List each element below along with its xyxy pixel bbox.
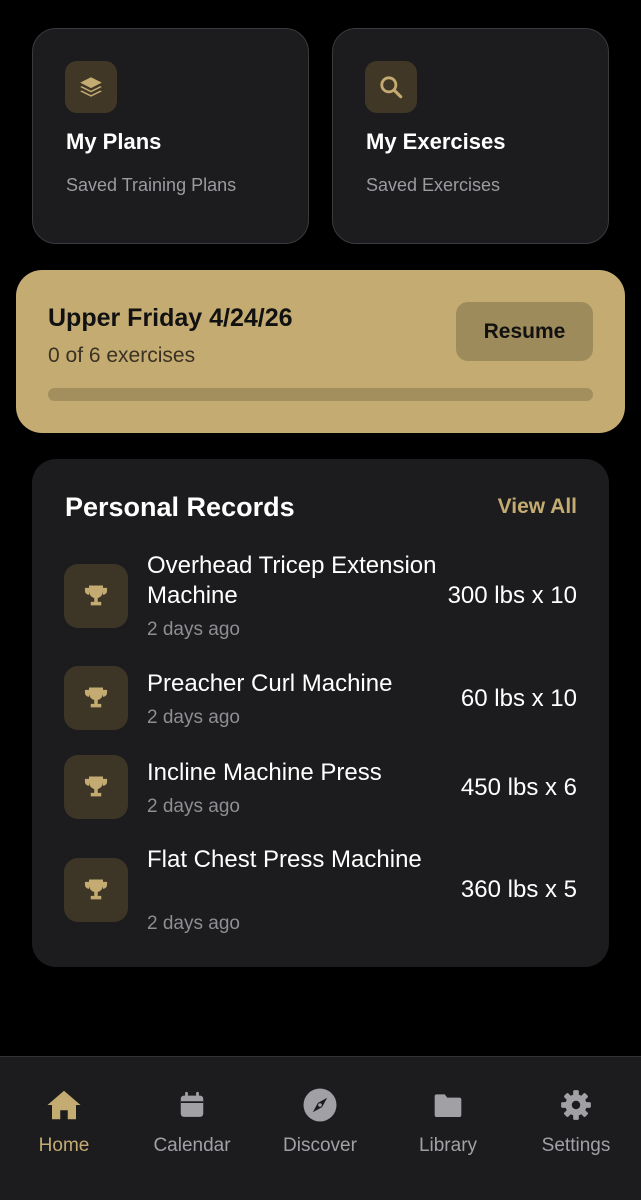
tab-calendar-label: Calendar: [153, 1135, 231, 1156]
record-time: 2 days ago: [147, 619, 240, 640]
quick-actions: My Plans Saved Training Plans My Exercis…: [32, 28, 609, 244]
tab-library-label: Library: [418, 1135, 478, 1156]
my-plans-title: My Plans: [66, 129, 162, 154]
record-value: 360 lbs x 5: [460, 876, 577, 903]
record-item[interactable]: Preacher Curl Machine 2 days ago 60 lbs …: [32, 666, 609, 746]
my-exercises-subtitle: Saved Exercises: [366, 175, 501, 195]
folder-icon: [428, 1085, 468, 1125]
workout-title: Upper Friday 4/24/26: [48, 304, 293, 332]
record-name: Preacher Curl Machine: [147, 670, 393, 697]
record-item[interactable]: Overhead Tricep Extension Machine 2 days…: [32, 551, 609, 651]
record-name: Overhead Tricep Extension Machine: [147, 552, 437, 609]
tab-library[interactable]: Library: [384, 1085, 512, 1165]
record-value: 60 lbs x 10: [460, 685, 577, 712]
tab-home-label: Home: [38, 1135, 90, 1156]
tab-bar: Home Calendar Discover Library Settings: [0, 1056, 641, 1200]
record-time: 2 days ago: [147, 707, 240, 728]
tab-discover[interactable]: Discover: [256, 1085, 384, 1165]
tab-settings[interactable]: Settings: [512, 1085, 640, 1165]
workout-progress-bar: [48, 388, 593, 401]
trophy-icon: [64, 858, 128, 922]
gear-icon: [556, 1085, 596, 1125]
workout-progress-text: 0 of 6 exercises: [48, 344, 196, 367]
view-all-link[interactable]: View All: [498, 495, 577, 519]
active-workout-card[interactable]: Upper Friday 4/24/26 0 of 6 exercises Re…: [16, 270, 625, 433]
record-name: Incline Machine Press: [147, 759, 382, 786]
personal-records-card: Personal Records View All Overhead Trice…: [32, 459, 609, 967]
home-icon: [44, 1085, 84, 1125]
record-value: 450 lbs x 6: [460, 774, 577, 801]
record-time: 2 days ago: [147, 913, 240, 934]
trophy-icon: [64, 755, 128, 819]
compass-icon: [300, 1085, 340, 1125]
personal-records-title: Personal Records: [65, 492, 295, 522]
tab-calendar[interactable]: Calendar: [128, 1085, 256, 1165]
tab-settings-label: Settings: [541, 1135, 611, 1156]
tab-discover-label: Discover: [283, 1135, 357, 1156]
my-plans-card[interactable]: My Plans Saved Training Plans: [32, 28, 309, 244]
record-value: 300 lbs x 10: [447, 582, 577, 609]
my-plans-subtitle: Saved Training Plans: [66, 175, 237, 195]
my-exercises-title: My Exercises: [366, 129, 506, 154]
search-icon: [365, 61, 417, 113]
tab-home[interactable]: Home: [0, 1085, 128, 1165]
record-item[interactable]: Flat Chest Press Machine 2 days ago 360 …: [32, 845, 609, 945]
record-name: Flat Chest Press Machine: [147, 846, 422, 873]
my-exercises-card[interactable]: My Exercises Saved Exercises: [332, 28, 609, 244]
trophy-icon: [64, 666, 128, 730]
trophy-icon: [64, 564, 128, 628]
calendar-icon: [172, 1085, 212, 1125]
layers-icon: [65, 61, 117, 113]
record-time: 2 days ago: [147, 796, 240, 817]
resume-button[interactable]: Resume: [456, 302, 593, 361]
record-item[interactable]: Incline Machine Press 2 days ago 450 lbs…: [32, 755, 609, 835]
